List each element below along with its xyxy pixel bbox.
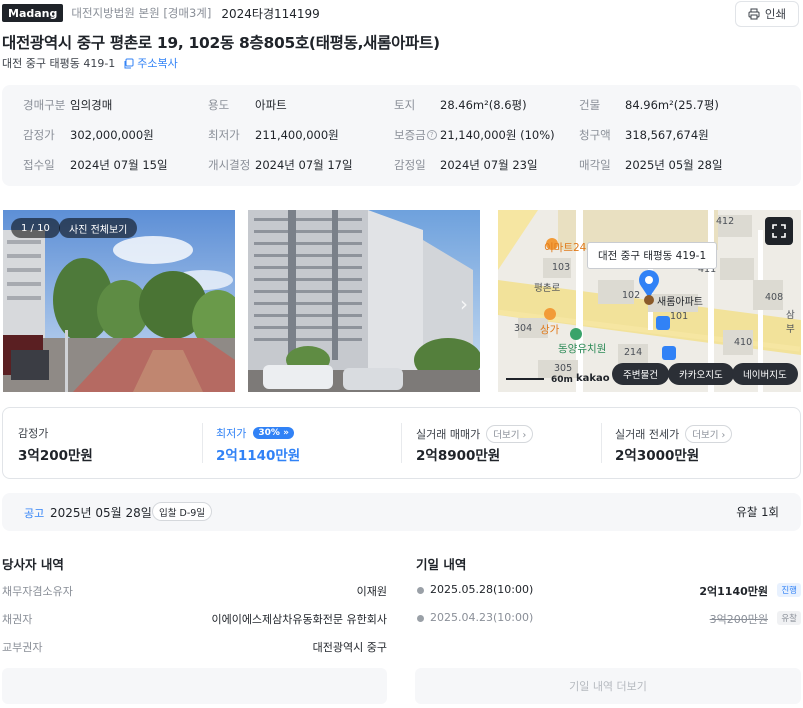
lot-address: 대전 중구 태평동 419-1 xyxy=(2,57,116,70)
price-summary: 감정가 3억200만원 최저가 30% » 2억1140만원 실거래 매매가 더… xyxy=(2,407,801,479)
map-lot-label: 410 xyxy=(734,337,753,348)
notice-bar: 공고 2025년 05월 28일 입찰 D-9일 유찰 1회 xyxy=(2,493,801,531)
party-row: 교부권자 대전광역시 중구 xyxy=(2,641,387,654)
rent-price-label: 실거래 전세가 xyxy=(615,428,680,441)
property-photo-1[interactable]: 1 / 10 사진 전체보기 xyxy=(3,210,235,392)
info-minimum: 최저가 211,400,000원 xyxy=(208,128,339,142)
map-lot-label: 103 xyxy=(552,262,571,273)
case-number: 2024타경114199 xyxy=(221,6,320,21)
info-claim: 청구액 318,567,674원 xyxy=(579,128,709,142)
history-row: 2025.05.28(10:00) 2억1140만원 진행 xyxy=(415,583,801,599)
chevron-right-icon: › xyxy=(522,430,527,441)
info-sale-date: 매각일 2025년 05월 28일 xyxy=(579,158,723,172)
case-info-panel: 경매구분 임의경매 용도 아파트 토지 28.46m²(8.6평) 건물 84.96m²… xyxy=(2,85,801,186)
help-icon[interactable]: ? xyxy=(426,130,437,140)
history-row: 2025.04.23(10:00) 3억200만원 유찰 xyxy=(415,611,801,627)
min-price-label: 최저가 xyxy=(216,427,247,440)
info-received: 접수일 2024년 07월 15일 xyxy=(23,158,168,172)
copy-address-label: 주소복사 xyxy=(137,57,178,70)
court-name: 대전지방법원 본원 [경매3계] xyxy=(71,6,212,20)
copy-icon xyxy=(124,58,134,68)
view-all-photos-button[interactable]: 사진 전체보기 xyxy=(59,218,138,238)
status-badge: 유찰 xyxy=(777,611,801,625)
sale-price-label-row: 실거래 매매가 더보기 › xyxy=(416,425,534,443)
info-appraised: 감정일 2024년 07월 23일 xyxy=(394,158,538,172)
print-button[interactable]: 인쇄 xyxy=(735,1,799,27)
divider xyxy=(601,423,602,463)
sub-address-row: 대전 중구 태평동 419-1 주소복사 xyxy=(2,55,178,71)
info-appraisal: 감정가 302,000,000원 xyxy=(23,128,154,142)
next-photo-arrow[interactable]: › xyxy=(460,292,468,316)
map-poi-mall: 상가 xyxy=(540,324,560,336)
dday-badge: 입찰 D-9일 xyxy=(152,502,213,521)
map-road-label: 평촌로 xyxy=(534,283,561,294)
map-scale: 60m xyxy=(551,375,573,385)
sale-price-label: 실거래 매매가 xyxy=(416,428,481,441)
map-poi-kindergarten: 동양유치원 xyxy=(558,343,607,355)
appraisal-label: 감정가 xyxy=(18,427,49,440)
divider xyxy=(401,423,402,463)
rent-price-label-row: 실거래 전세가 더보기 › xyxy=(615,425,733,443)
location-map[interactable]: 412 103 102 411 408 101 304 214 410 305 … xyxy=(498,210,801,392)
map-poi-store: 이마트24 xyxy=(544,242,587,254)
map-area-label: 삼부 xyxy=(786,310,795,335)
sale-more-button[interactable]: 더보기 › xyxy=(486,425,534,443)
map-provider: kakao xyxy=(576,373,610,384)
print-label: 인쇄 xyxy=(764,7,787,21)
status-badge: 진행 xyxy=(777,583,801,597)
history-more-button[interactable]: 기일 내역 더보기 xyxy=(415,668,801,704)
map-lot-label: 214 xyxy=(624,347,643,358)
min-price-value: 2억1140만원 xyxy=(216,448,301,464)
info-started: 개시결정 2024년 07월 17일 xyxy=(208,158,353,172)
info-auction-type: 경매구분 임의경매 xyxy=(23,98,113,112)
property-photo-2[interactable]: › xyxy=(248,210,480,392)
map-lot-label: 101 xyxy=(670,311,689,322)
map-lot-label: 408 xyxy=(765,292,784,303)
copy-address-button[interactable]: 주소복사 xyxy=(123,55,178,71)
map-lot-label: 412 xyxy=(716,216,735,227)
min-price-label-row: 최저가 30% » xyxy=(216,425,294,441)
notice-date: 2025년 05월 28일 xyxy=(50,506,152,520)
nearby-items-button[interactable]: 주변물건 xyxy=(612,363,669,385)
info-usage: 용도 아파트 xyxy=(208,98,287,112)
naver-map-button[interactable]: 네이버지도 xyxy=(732,363,798,385)
party-row: 채무자겸소유자 이재원 xyxy=(2,585,387,598)
page-title: 대전광역시 중구 평촌로 19, 102동 8층805호(태평동,새롬아파트) xyxy=(2,34,440,52)
brand-logo[interactable]: Madang xyxy=(2,4,64,22)
map-building-label: 새롬아파트 xyxy=(657,297,703,308)
header-bar: Madang 대전지방법원 본원 [경매3계] 2024타경114199 인쇄 xyxy=(2,1,803,27)
parties-title: 당사자 내역 xyxy=(2,557,64,572)
rent-price-value: 2억3000만원 xyxy=(615,448,700,464)
rent-more-button[interactable]: 더보기 › xyxy=(685,425,733,443)
info-land: 토지 28.46m²(8.6평) xyxy=(394,98,527,112)
bullet-icon xyxy=(417,587,424,594)
fullscreen-button[interactable] xyxy=(765,217,793,245)
discount-badge[interactable]: 30% » xyxy=(253,427,294,439)
expand-icon xyxy=(772,224,786,238)
map-address-popup: 대전 중구 태평동 419-1 xyxy=(587,242,718,269)
divider xyxy=(202,423,203,463)
info-building: 건물 84.96m²(25.7평) xyxy=(579,98,719,112)
history-title: 기일 내역 xyxy=(416,557,467,572)
chevron-right-icon: › xyxy=(721,430,726,441)
bullet-icon xyxy=(417,615,424,622)
kakao-map-button[interactable]: 카카오지도 xyxy=(668,363,734,385)
map-lot-label: 305 xyxy=(554,363,573,374)
notice-label: 공고 xyxy=(24,507,45,520)
photo-counter: 1 / 10 xyxy=(11,218,60,238)
info-deposit: 보증금? 21,140,000원 (10%) xyxy=(394,128,555,142)
building-photo xyxy=(248,210,480,392)
map-lot-label: 102 xyxy=(622,290,641,301)
sale-price-value: 2억8900만원 xyxy=(416,448,501,464)
parties-more-area xyxy=(2,668,387,704)
fail-count: 유찰 1회 xyxy=(736,505,779,519)
party-row: 채권자 이에이에스제삼차유동화전문 유한회사 xyxy=(2,613,387,626)
chevron-down-icon: » xyxy=(283,428,289,438)
appraisal-value: 3억200만원 xyxy=(18,448,93,464)
map-lot-label: 304 xyxy=(514,323,533,334)
printer-icon xyxy=(748,8,760,20)
